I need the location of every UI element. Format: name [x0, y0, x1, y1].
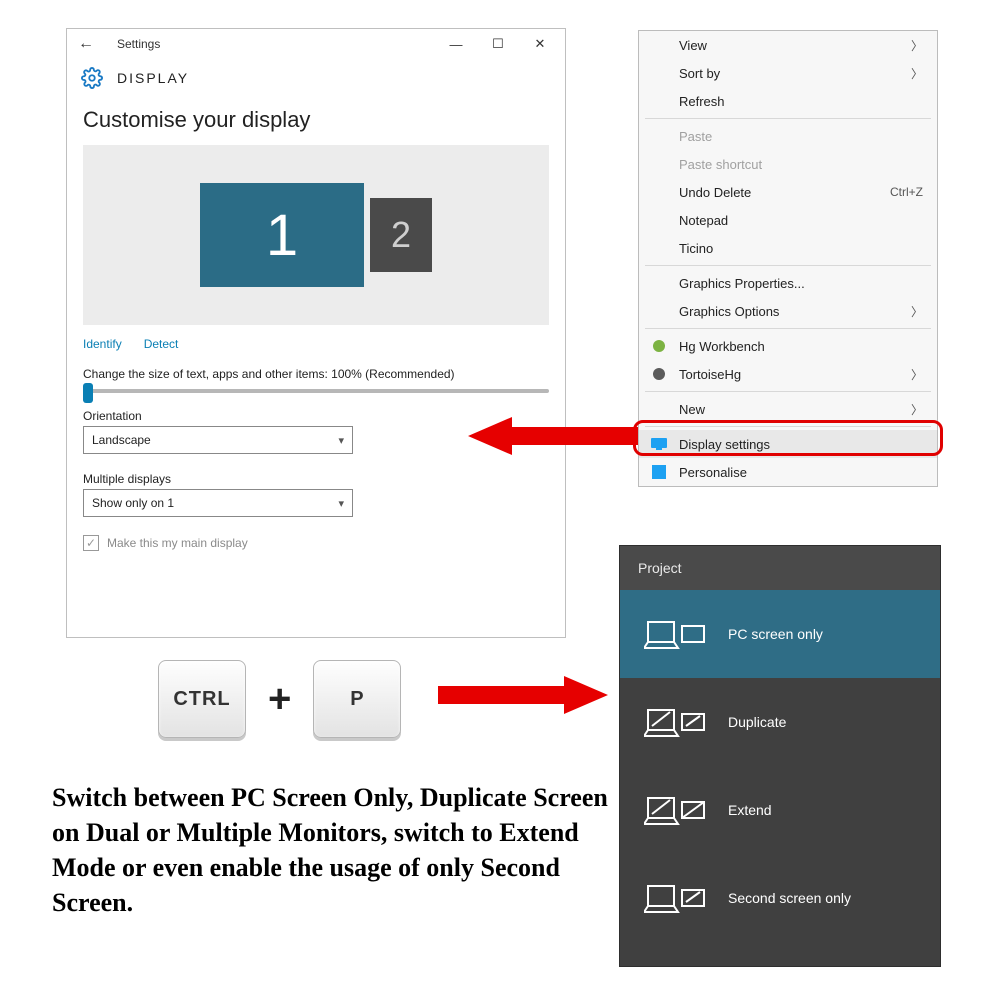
slider-thumb[interactable] [83, 383, 93, 403]
chevron-right-icon: 〉 [911, 401, 923, 418]
keyboard-shortcut: CTRL + P [158, 660, 401, 738]
menu-item-display-settings[interactable]: Display settings [639, 430, 937, 458]
menu-item-label: Undo Delete [679, 185, 751, 200]
instruction-text: Switch between PC Screen Only, Duplicate… [52, 780, 612, 920]
multiple-displays-label: Multiple displays [67, 466, 565, 489]
project-option-label: Duplicate [728, 714, 786, 730]
menu-separator [645, 118, 931, 119]
arrow-annotation-2 [438, 672, 608, 718]
monitor-arrangement[interactable]: 1 2 [83, 145, 549, 325]
scale-slider[interactable] [67, 385, 565, 403]
menu-item-label: Notepad [679, 213, 728, 228]
menu-item-label: Paste shortcut [679, 157, 762, 172]
monitor-links: Identify Detect [67, 325, 565, 363]
menu-item-label: New [679, 402, 705, 417]
menu-item-label: Paste [679, 129, 712, 144]
header-row: DISPLAY [67, 59, 565, 103]
menu-separator [645, 328, 931, 329]
monitor-1[interactable]: 1 [200, 183, 364, 287]
maximize-button[interactable]: ☐ [477, 30, 519, 58]
key-ctrl: CTRL [158, 660, 246, 738]
menu-item-label: Graphics Properties... [679, 276, 805, 291]
chevron-right-icon: 〉 [911, 366, 923, 383]
menu-separator [645, 426, 931, 427]
titlebar: ← Settings ― ☐ ✕ [67, 29, 565, 59]
menu-item-refresh[interactable]: Refresh [639, 87, 937, 115]
scale-label: Change the size of text, apps and other … [67, 363, 565, 385]
menu-item-label: Ticino [679, 241, 713, 256]
project-panel: Project PC screen only Duplicate Extend Sec… [620, 546, 940, 966]
menu-shortcut: Ctrl+Z [890, 185, 923, 199]
orientation-value: Landscape [92, 433, 151, 447]
menu-item-graphics-options[interactable]: Graphics Options 〉 [639, 297, 937, 325]
menu-item-paste-shortcut: Paste shortcut [639, 150, 937, 178]
menu-item-label: Refresh [679, 94, 725, 109]
arrow-annotation-1 [468, 413, 638, 459]
hg-icon [651, 338, 667, 354]
page-header: DISPLAY [117, 70, 189, 86]
menu-item-label: Personalise [679, 465, 747, 480]
project-option-pc-screen-only[interactable]: PC screen only [620, 590, 940, 678]
project-option-label: PC screen only [728, 626, 823, 642]
menu-item-label: TortoiseHg [679, 367, 741, 382]
menu-item-paste: Paste [639, 122, 937, 150]
menu-item-sort-by[interactable]: Sort by 〉 [639, 59, 937, 87]
chevron-down-icon: ▾ [338, 434, 344, 447]
multiple-displays-value: Show only on 1 [92, 496, 174, 510]
project-mode-icon [644, 790, 704, 830]
minimize-button[interactable]: ― [435, 30, 477, 58]
settings-window: ← Settings ― ☐ ✕ DISPLAY Customise your … [66, 28, 566, 638]
chevron-down-icon: ▾ [338, 497, 344, 510]
project-option-extend[interactable]: Extend [620, 766, 940, 854]
menu-item-new[interactable]: New 〉 [639, 395, 937, 423]
menu-item-label: Graphics Options [679, 304, 779, 319]
identify-link[interactable]: Identify [83, 337, 122, 351]
project-mode-icon [644, 878, 704, 918]
display-icon [651, 436, 667, 452]
gear-icon [81, 67, 103, 89]
window-title: Settings [117, 37, 435, 51]
orientation-select[interactable]: Landscape ▾ [83, 426, 353, 454]
project-mode-icon [644, 614, 704, 654]
menu-separator [645, 391, 931, 392]
menu-item-notepad[interactable]: Notepad [639, 206, 937, 234]
menu-item-undo-delete[interactable]: Undo Delete Ctrl+Z [639, 178, 937, 206]
project-option-duplicate[interactable]: Duplicate [620, 678, 940, 766]
menu-item-ticino[interactable]: Ticino [639, 234, 937, 262]
menu-item-view[interactable]: View 〉 [639, 31, 937, 59]
menu-item-label: Sort by [679, 66, 720, 81]
menu-item-label: Display settings [679, 437, 770, 452]
chevron-right-icon: 〉 [911, 65, 923, 82]
menu-separator [645, 265, 931, 266]
multiple-displays-select[interactable]: Show only on 1 ▾ [83, 489, 353, 517]
menu-item-label: Hg Workbench [679, 339, 765, 354]
close-button[interactable]: ✕ [519, 30, 561, 58]
chevron-right-icon: 〉 [911, 303, 923, 320]
desktop-context-menu: View 〉 Sort by 〉 Refresh Paste Paste shortcut U… [638, 30, 938, 487]
menu-item-hg-workbench[interactable]: Hg Workbench [639, 332, 937, 360]
main-display-checkbox-row: ✓ Make this my main display [67, 529, 565, 557]
main-display-label: Make this my main display [107, 536, 248, 550]
menu-item-tortoisehg[interactable]: TortoiseHg 〉 [639, 360, 937, 388]
back-icon[interactable]: ← [77, 35, 95, 53]
menu-item-graphics-properties[interactable]: Graphics Properties... [639, 269, 937, 297]
key-p: P [313, 660, 401, 738]
tortoise-icon [651, 366, 667, 382]
monitor-2[interactable]: 2 [370, 198, 432, 272]
main-display-checkbox[interactable]: ✓ [83, 535, 99, 551]
project-option-label: Extend [728, 802, 772, 818]
project-mode-icon [644, 702, 704, 742]
menu-item-label: View [679, 38, 707, 53]
plus-icon: + [268, 677, 291, 722]
project-option-label: Second screen only [728, 890, 851, 906]
project-option-second-screen-only[interactable]: Second screen only [620, 854, 940, 942]
personalise-icon [651, 464, 667, 480]
detect-link[interactable]: Detect [144, 337, 179, 351]
project-title: Project [620, 546, 940, 590]
titlebar-controls: ― ☐ ✕ [435, 30, 561, 58]
section-title: Customise your display [67, 103, 565, 145]
menu-item-personalise[interactable]: Personalise [639, 458, 937, 486]
chevron-right-icon: 〉 [911, 37, 923, 54]
